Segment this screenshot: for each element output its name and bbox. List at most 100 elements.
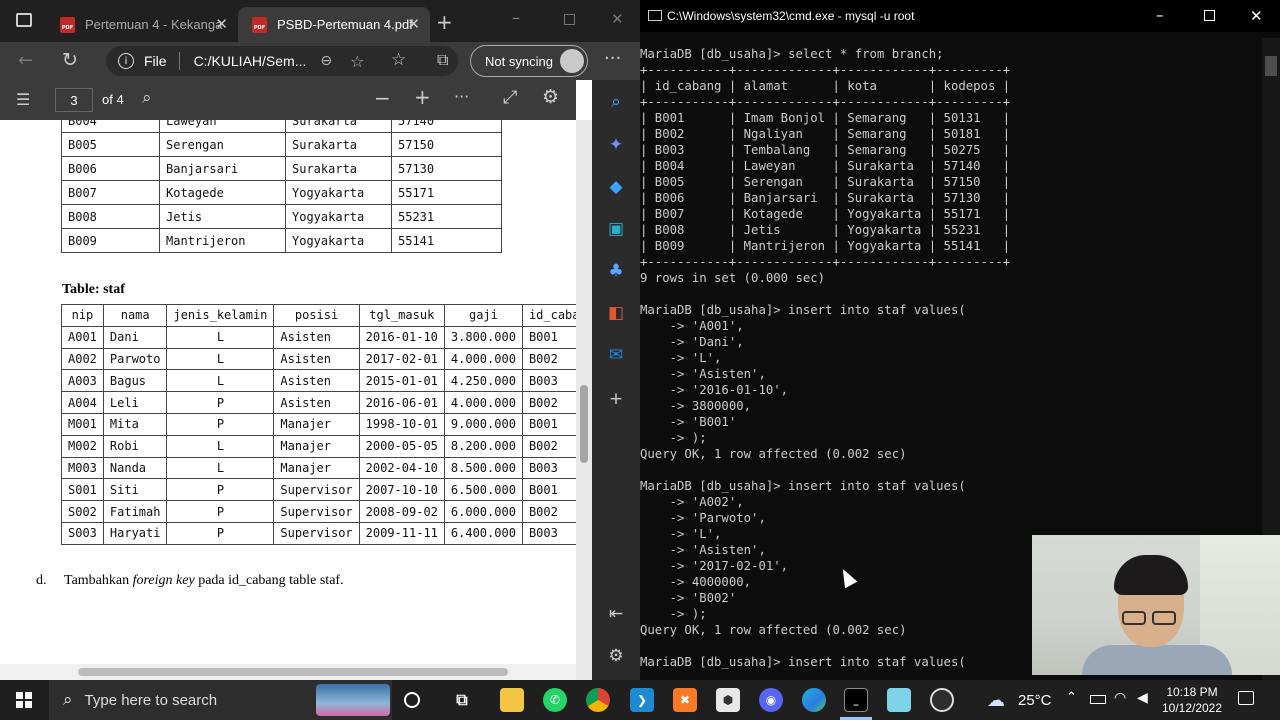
geogebra-icon[interactable]: ⬢ — [716, 688, 740, 712]
column-header: nama — [102, 304, 168, 327]
table-cell: 57130 — [391, 156, 502, 181]
cmd-icon[interactable]: _ — [844, 688, 868, 712]
table-cell: Surakarta — [285, 120, 392, 133]
table-of-contents-icon[interactable]: ☰ — [16, 90, 30, 109]
task-text-before: Tambahkan — [64, 573, 133, 588]
collections-icon[interactable]: ⧉ — [437, 50, 448, 70]
terminal-titlebar: C:\Windows\system32\cmd.exe - mysql -u r… — [640, 0, 1280, 32]
close-icon[interactable]: ✕ — [215, 15, 228, 33]
search-icon: ⌕ — [63, 690, 73, 710]
vscode-icon[interactable]: ❯ — [630, 688, 654, 712]
sync-button[interactable]: Not syncing — [470, 45, 588, 77]
weather-icon[interactable]: ☁ — [987, 690, 1005, 711]
minimize-icon[interactable]: – — [1156, 6, 1164, 24]
table-cell: Yogyakarta — [285, 204, 392, 229]
shopping-icon[interactable]: ◆ — [606, 177, 626, 197]
tab-psbd-pertemuan-4[interactable]: PDF PSBD-Pertemuan 4.pdf ✕ — [238, 7, 430, 42]
more-options-icon[interactable]: ··· — [454, 87, 469, 106]
split-screen-icon[interactable]: ⇤ — [606, 604, 626, 624]
discover-icon[interactable]: ✦ — [606, 135, 626, 155]
webcam-hair — [1114, 555, 1188, 595]
taskbar-search[interactable]: ⌕ Type here to search — [49, 680, 392, 720]
settings-icon[interactable]: ⚙ — [542, 86, 559, 108]
page-number-input[interactable]: 3 — [55, 88, 93, 112]
table-cell: Supervisor — [273, 521, 360, 545]
tab-actions-icon[interactable] — [16, 13, 32, 27]
terminal-line: -> 3800000, — [640, 399, 752, 413]
add-favorite-icon[interactable]: ☆ — [350, 52, 364, 71]
tab-pertemuan-4[interactable]: PDF Pertemuan 4 - Kekanga ✕ — [46, 7, 238, 42]
more-icon[interactable]: ··· — [604, 48, 621, 69]
xampp-icon[interactable]: ✖ — [673, 688, 697, 712]
discord-icon[interactable]: ◉ — [759, 688, 783, 712]
minimize-icon[interactable]: – — [512, 8, 520, 27]
table-row: B005 Serengan Surakarta 57150 — [61, 132, 502, 157]
table-cell: S003 — [61, 521, 104, 545]
notifications-icon[interactable] — [1238, 691, 1254, 705]
zoom-out-icon[interactable]: − — [374, 86, 391, 110]
games-icon[interactable]: ♣ — [606, 261, 626, 281]
close-window-icon[interactable]: ✕ — [1250, 7, 1263, 25]
table-cell: A002 — [61, 347, 104, 371]
system-clock[interactable]: 10:18 PM 10/12/2022 — [1160, 684, 1224, 716]
task-view-icon[interactable]: ⧉ — [450, 688, 474, 712]
table-cell: Parwoto — [102, 347, 168, 371]
table-cell: 6.400.000 — [443, 521, 523, 545]
scrollbar-thumb[interactable] — [580, 385, 588, 463]
favorites-icon[interactable]: ☆ — [391, 50, 406, 70]
new-tab-icon[interactable]: + — [436, 10, 453, 34]
terminal-line: | B002 | Ngaliyan | Semarang | 50181 | — [640, 127, 1011, 141]
back-icon[interactable]: ← — [18, 50, 33, 71]
table-cell: Bagus — [102, 369, 168, 393]
edge-icon[interactable] — [802, 688, 826, 712]
table-cell: L — [166, 434, 275, 458]
table-cell: P — [166, 521, 275, 545]
table-row: S003 Haryati P Supervisor 2009-11-11 6.400.00… — [61, 521, 576, 545]
scrollbar-thumb[interactable] — [78, 668, 508, 676]
cortana-icon[interactable] — [404, 692, 420, 708]
scrollbar-thumb[interactable] — [1265, 56, 1277, 76]
volume-icon[interactable]: ◀ — [1137, 690, 1148, 706]
notepad-icon[interactable] — [887, 688, 911, 712]
outlook-icon[interactable]: ✉ — [606, 345, 626, 365]
table-cell: Asisten — [273, 369, 360, 393]
maximize-icon[interactable] — [1204, 10, 1215, 21]
pdf-horizontal-scrollbar[interactable] — [0, 664, 576, 680]
add-icon[interactable]: + — [606, 389, 626, 409]
zoom-in-icon[interactable]: + — [414, 85, 431, 109]
tray-chevron-icon[interactable]: ⌃ — [1066, 690, 1077, 705]
refresh-icon[interactable]: ↻ — [62, 49, 78, 71]
obs-icon[interactable] — [930, 688, 954, 712]
whatsapp-icon[interactable]: ✆ — [543, 688, 567, 712]
terminal-line: | B008 | Jetis | Yogyakarta | 55231 | — [640, 223, 1011, 237]
close-icon[interactable]: ✕ — [407, 15, 420, 33]
battery-icon[interactable] — [1090, 695, 1106, 704]
zoom-icon[interactable]: ⊖ — [320, 53, 332, 69]
file-explorer-icon[interactable] — [500, 688, 524, 712]
search-icon[interactable]: ⌕ — [142, 88, 152, 108]
table-row: A003 Bagus L Asisten 2015-01-01 4.250.000 B003 — [61, 369, 576, 393]
clock-time: 10:18 PM — [1166, 685, 1218, 699]
maximize-icon[interactable] — [564, 14, 575, 25]
close-window-icon[interactable]: ✕ — [611, 10, 624, 28]
table-row: M001 Mita P Manajer 1998-10-01 9.000.000 B001 — [61, 412, 576, 436]
chrome-icon[interactable] — [586, 688, 610, 712]
search-icon[interactable]: ⌕ — [606, 92, 626, 112]
office-icon[interactable]: ◧ — [606, 303, 626, 323]
sidebar-settings-icon[interactable]: ⚙ — [606, 646, 626, 666]
wifi-icon[interactable]: ◠ — [1114, 690, 1126, 706]
column-header: tgl_masuk — [358, 304, 445, 327]
table-cell: M003 — [61, 456, 104, 480]
info-icon[interactable]: i — [118, 53, 134, 69]
terminal-line: | B007 | Kotagede | Yogyakarta | 55171 | — [640, 207, 1011, 221]
windows-start-icon[interactable] — [16, 692, 32, 708]
fit-page-icon[interactable]: ⤢ — [503, 87, 517, 108]
terminal-line: -> 'A002', — [640, 495, 744, 509]
weather-temp[interactable]: 25°C — [1018, 692, 1052, 709]
tools-icon[interactable]: ▣ — [606, 219, 626, 239]
pdf-icon: PDF — [60, 16, 75, 33]
terminal-line: -> 'Asisten', — [640, 367, 766, 381]
pdf-vertical-scrollbar[interactable] — [576, 120, 592, 680]
table-cell: L — [166, 369, 275, 393]
